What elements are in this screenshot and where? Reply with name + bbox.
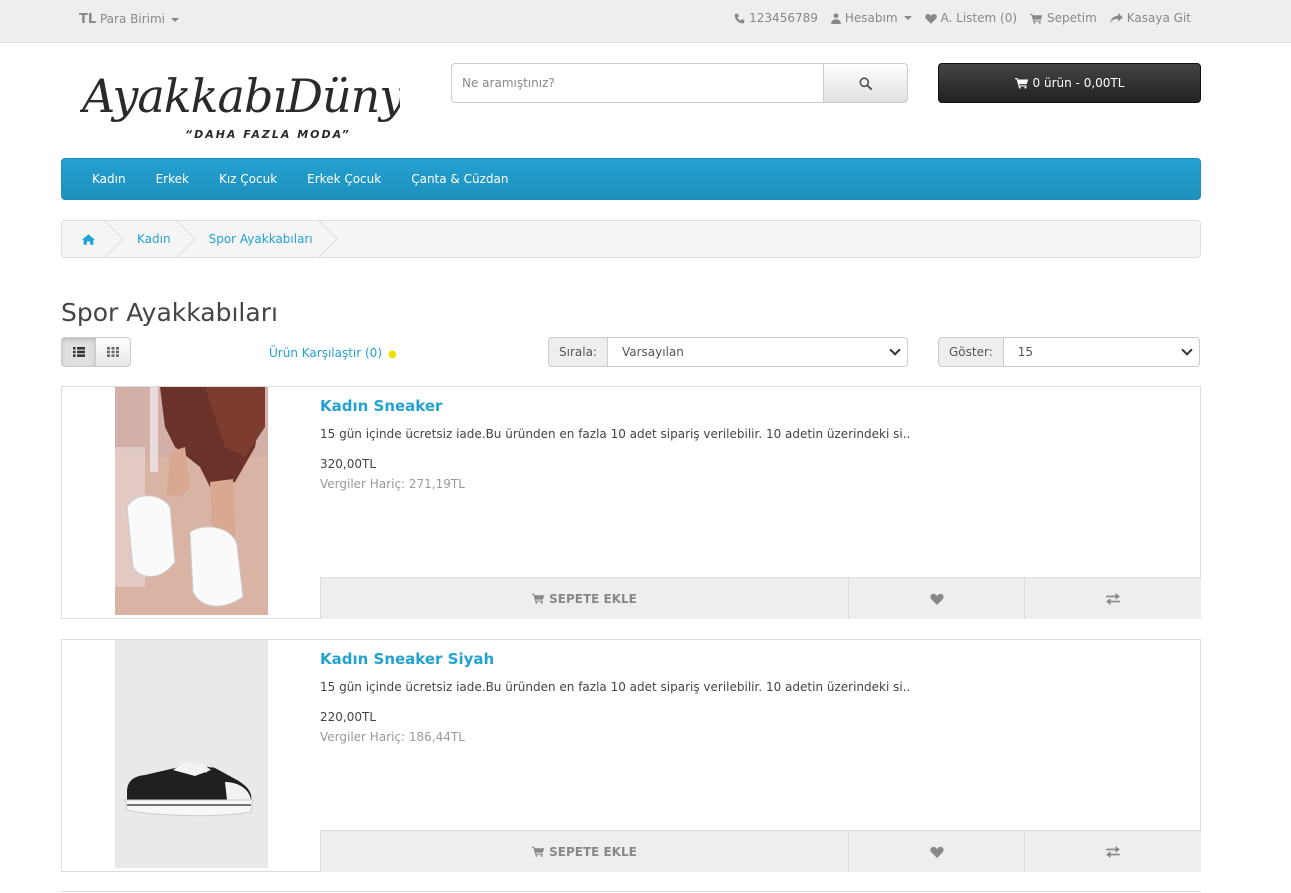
sort-control: Sırala: Varsayılan	[548, 337, 908, 367]
product-price: 220,00TL	[320, 710, 377, 724]
shopping-cart-icon	[1030, 13, 1043, 24]
wishlist-label: A. Listem (0)	[940, 11, 1018, 25]
view-toggle	[61, 337, 131, 367]
currency-selector[interactable]: TL Para Birimi	[79, 12, 179, 27]
compare-link[interactable]: Ürün Karşılaştır (0) ●	[269, 346, 397, 360]
compare-button[interactable]	[1024, 831, 1201, 872]
add-to-cart-button[interactable]: SEPETE EKLE	[320, 578, 848, 619]
product-description: 15 gün içinde ücretsiz iade.Bu üründen e…	[320, 680, 911, 694]
exchange-icon	[1106, 845, 1120, 858]
product-actions: SEPETE EKLE	[320, 577, 1201, 619]
search-input[interactable]	[451, 63, 824, 103]
svg-text:“DAHA FAZLA MODA”: “DAHA FAZLA MODA”	[185, 128, 351, 141]
page-title: Spor Ayakkabıları	[61, 298, 278, 327]
limit-select[interactable]: 15	[1003, 337, 1200, 367]
currency-label: Para Birimi	[99, 12, 165, 26]
product-card: Kadın Sneaker Siyah 15 gün içinde ücrets…	[61, 639, 1201, 872]
currency-symbol: TL	[79, 12, 97, 27]
add-to-cart-button[interactable]: SEPETE EKLE	[320, 831, 848, 872]
heart-icon	[929, 593, 944, 605]
product-price: 320,00TL	[320, 457, 377, 471]
search-icon	[859, 76, 872, 90]
heart-icon	[929, 846, 944, 858]
wishlist-link[interactable]: A. Listem (0)	[924, 11, 1018, 25]
top-bar: TL Para Birimi 123456789 Hesabım A. List…	[0, 0, 1291, 43]
header-cart-button[interactable]: 0 ürün - 0,00TL	[938, 63, 1201, 103]
top-links: 123456789 Hesabım A. Listem (0) Sepetim …	[734, 11, 1191, 25]
cart-link[interactable]: Sepetim	[1030, 11, 1097, 25]
menu-item-canta-cuzdan[interactable]: Çanta & Cüzdan	[396, 159, 523, 199]
shopping-cart-icon	[532, 593, 545, 604]
share-arrow-icon	[1109, 12, 1123, 23]
chevron-down-icon	[889, 344, 901, 356]
shopping-cart-icon	[1014, 77, 1028, 89]
heart-icon	[924, 13, 937, 24]
search-bar	[451, 63, 908, 103]
user-icon	[831, 12, 841, 24]
chevron-down-icon	[1181, 344, 1193, 356]
phone-link[interactable]: 123456789	[734, 11, 818, 25]
sort-value: Varsayılan	[621, 345, 684, 359]
product-name-link[interactable]: Kadın Sneaker	[320, 397, 442, 415]
breadcrumb-item[interactable]: Spor Ayakkabıları	[189, 221, 337, 257]
sort-select[interactable]: Varsayılan	[607, 337, 908, 367]
list-icon	[72, 347, 85, 357]
compare-label: Ürün Karşılaştır (0)	[269, 346, 382, 360]
phone-icon	[734, 13, 745, 23]
account-label: Hesabım	[844, 11, 898, 25]
dot-icon: ●	[388, 349, 397, 360]
cart-label: Sepetim	[1047, 11, 1097, 25]
add-to-cart-label: SEPETE EKLE	[549, 591, 637, 606]
list-view-button[interactable]	[61, 337, 96, 367]
breadcrumb-item[interactable]: Kadın	[117, 221, 195, 257]
phone-number: 123456789	[749, 11, 818, 25]
product-description: 15 gün içinde ücretsiz iade.Bu üründen e…	[320, 427, 911, 441]
grid-view-button[interactable]	[96, 337, 131, 367]
exchange-icon	[1106, 592, 1120, 605]
checkout-label: Kasaya Git	[1126, 11, 1191, 25]
product-actions: SEPETE EKLE	[320, 830, 1201, 872]
add-to-wishlist-button[interactable]	[848, 831, 1024, 872]
add-to-wishlist-button[interactable]	[848, 578, 1024, 619]
product-image[interactable]	[115, 387, 268, 615]
caret-down-icon	[170, 17, 179, 22]
menu-item-kiz-cocuk[interactable]: Kız Çocuk	[204, 159, 292, 199]
product-name-link[interactable]: Kadın Sneaker Siyah	[320, 650, 494, 668]
checkout-link[interactable]: Kasaya Git	[1109, 11, 1191, 25]
main-menu: Kadın Erkek Kız Çocuk Erkek Çocuk Çanta …	[61, 158, 1201, 200]
limit-label: Göster:	[938, 337, 1004, 367]
menu-item-erkek[interactable]: Erkek	[141, 159, 204, 199]
site-logo[interactable]: AyakkabıDünyası ® “DAHA FAZLA MODA”	[78, 64, 468, 144]
product-image[interactable]	[115, 640, 268, 868]
svg-text:®: ®	[398, 97, 400, 104]
svg-text:AyakkabıDünyası: AyakkabıDünyası	[80, 69, 400, 123]
breadcrumb-home[interactable]	[62, 221, 123, 257]
product-card: Kadın Sneaker 15 gün içinde ücretsiz iad…	[61, 386, 1201, 619]
menu-item-erkek-cocuk[interactable]: Erkek Çocuk	[292, 159, 396, 199]
menu-item-kadin[interactable]: Kadın	[77, 159, 141, 199]
search-button[interactable]	[823, 63, 908, 103]
add-to-cart-label: SEPETE EKLE	[549, 844, 637, 859]
cart-summary: 0 ürün - 0,00TL	[1032, 76, 1125, 90]
logo-image: AyakkabıDünyası ® “DAHA FAZLA MODA”	[78, 69, 468, 141]
product-photo	[115, 640, 268, 868]
home-icon	[82, 233, 95, 245]
account-dropdown[interactable]: Hesabım	[831, 11, 912, 25]
shopping-cart-icon	[532, 846, 545, 857]
breadcrumb: Kadın Spor Ayakkabıları	[61, 220, 1201, 258]
limit-control: Göster: 15	[938, 337, 1200, 367]
product-photo	[115, 387, 268, 615]
grid-icon	[107, 347, 119, 357]
product-tax: Vergiler Hariç: 186,44TL	[320, 730, 465, 744]
caret-down-icon	[903, 16, 912, 20]
compare-button[interactable]	[1024, 578, 1201, 619]
sort-label: Sırala:	[548, 337, 608, 367]
limit-value: 15	[1017, 345, 1034, 359]
product-tax: Vergiler Hariç: 271,19TL	[320, 477, 465, 491]
